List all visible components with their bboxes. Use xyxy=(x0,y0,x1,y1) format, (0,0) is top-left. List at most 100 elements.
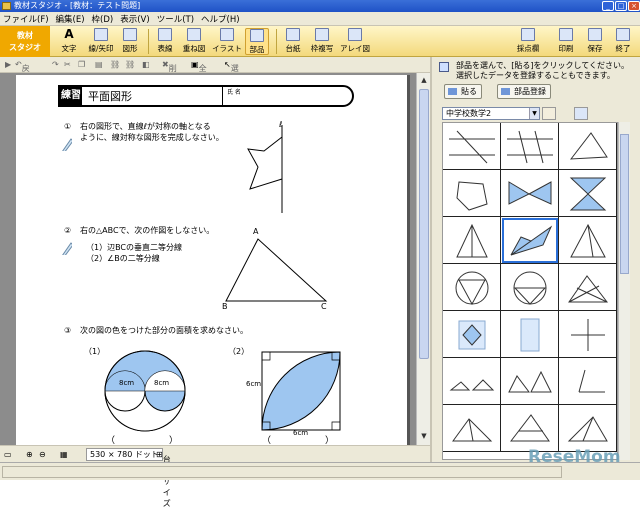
part-item-selected[interactable] xyxy=(501,217,559,264)
part-item[interactable] xyxy=(443,358,501,405)
part-item[interactable] xyxy=(443,405,501,452)
part-item[interactable] xyxy=(559,170,617,217)
category-settings-button[interactable] xyxy=(574,107,588,120)
app-icon xyxy=(2,2,11,10)
maximize-button[interactable]: □ xyxy=(615,1,627,11)
part-item[interactable] xyxy=(443,264,501,311)
copy-icon[interactable]: ❐ xyxy=(78,60,85,69)
part-item[interactable] xyxy=(559,405,617,452)
axis-label: ℓ xyxy=(279,120,283,129)
scroll-down-icon[interactable]: ▼ xyxy=(419,431,429,441)
part-item[interactable] xyxy=(559,123,617,170)
register-part-button[interactable]: 部品登録 xyxy=(497,84,551,99)
edit-category-button[interactable] xyxy=(542,107,556,120)
redo-icon[interactable]: ↷ xyxy=(52,60,59,69)
paste-part-button[interactable]: 貼る xyxy=(444,84,482,99)
fit-page-icon[interactable]: ▭ xyxy=(4,450,12,459)
exit-icon xyxy=(616,28,630,41)
scroll-up-icon[interactable]: ▲ xyxy=(419,75,429,85)
table-line-tool-button[interactable]: 表線 xyxy=(154,28,176,55)
print-label: 印刷 xyxy=(558,44,574,53)
array-label: アレイ図 xyxy=(340,44,370,53)
close-button[interactable]: × xyxy=(628,1,640,11)
undo-button[interactable]: ↶戻す xyxy=(15,60,30,84)
q3-sub2: （2） xyxy=(228,347,250,356)
vertex-c-label: C xyxy=(321,302,327,311)
part-item[interactable] xyxy=(443,170,501,217)
part-item[interactable] xyxy=(443,217,501,264)
paste-icon[interactable]: ▤ xyxy=(95,60,103,69)
link-icon[interactable]: ⛓ xyxy=(110,60,120,69)
grading-column-button[interactable]: 採点欄 xyxy=(514,28,542,55)
exit-label: 終了 xyxy=(615,44,631,53)
pencil-icon xyxy=(62,138,72,151)
circle-figure xyxy=(104,350,186,432)
mount-tool-button[interactable]: 台紙 xyxy=(282,28,304,55)
part-item[interactable] xyxy=(501,405,559,452)
shape-tool-button[interactable]: 図形 xyxy=(118,28,142,55)
document-scrollbar[interactable]: ▲ ▼ xyxy=(416,73,430,445)
save-button[interactable]: 保存 xyxy=(584,28,606,55)
status-field xyxy=(2,466,562,478)
line-arrow-tool-button[interactable]: 線/矢印 xyxy=(86,28,116,55)
printer-icon xyxy=(559,28,573,41)
main-toolbar: 教材 スタジオ A 文字 線/矢印 図形 表線 重ね図 イラスト 部品 台紙 枠複… xyxy=(0,26,640,57)
mount-icon xyxy=(286,28,300,41)
zoom-in-icon[interactable]: ⊕ xyxy=(26,450,33,459)
register-part-label: 部品登録 xyxy=(514,87,546,96)
practice-badge: 練習 xyxy=(60,87,82,105)
part-item[interactable] xyxy=(443,311,501,358)
menu-frame[interactable]: 枠(D) xyxy=(92,13,114,25)
menu-view[interactable]: 表示(V) xyxy=(120,13,149,25)
part-item[interactable] xyxy=(501,123,559,170)
panel-instructions: 部品を選んで、[貼る]をクリックしてください。 選択したデータを登録することもで… xyxy=(456,61,636,81)
part-item[interactable] xyxy=(559,311,617,358)
zoom-out-icon[interactable]: ⊖ xyxy=(39,450,46,459)
parts-icon xyxy=(250,29,264,42)
part-item[interactable] xyxy=(501,311,559,358)
select-button[interactable]: ↖選択 xyxy=(224,60,239,84)
part-item[interactable] xyxy=(559,358,617,405)
play-icon[interactable]: ▶ xyxy=(5,60,11,69)
part-item[interactable] xyxy=(443,123,501,170)
unlink-icon[interactable]: ⛓ xyxy=(125,60,135,69)
parts-scroll-thumb[interactable] xyxy=(620,134,629,274)
menu-help[interactable]: ヘルプ(H) xyxy=(201,13,240,25)
part-item[interactable] xyxy=(501,264,559,311)
part-item[interactable] xyxy=(501,358,559,405)
parts-scrollbar[interactable] xyxy=(618,122,630,460)
frame-copy-tool-button[interactable]: 枠複写 xyxy=(308,28,336,55)
array-tool-button[interactable]: アレイ図 xyxy=(340,28,370,55)
menu-tools[interactable]: ツール(T) xyxy=(157,13,194,25)
grid-icon[interactable]: ▦ xyxy=(60,450,68,459)
select-all-button[interactable]: ▣全部 xyxy=(191,60,207,84)
frame-copy-label: 枠複写 xyxy=(310,44,334,53)
save-label: 保存 xyxy=(587,44,603,53)
category-select[interactable]: 中学校数学2 ▼ xyxy=(442,107,540,120)
chevron-down-icon[interactable]: ▼ xyxy=(529,108,539,119)
text-tool-button[interactable]: A 文字 xyxy=(58,28,80,55)
minimize-button[interactable]: _ xyxy=(602,1,614,11)
exit-button[interactable]: 終了 xyxy=(612,28,634,55)
canvas-size-display: 530 × 780 ドット xyxy=(86,448,163,461)
scroll-thumb[interactable] xyxy=(419,89,429,359)
worksheet-page[interactable]: 練習 平面図形 氏 名 ① 右の図形で、直線ℓが対称の軸となる ように、線対称な… xyxy=(16,75,410,446)
print-button[interactable]: 印刷 xyxy=(555,28,577,55)
save-icon xyxy=(588,28,602,41)
overlay-icon xyxy=(187,28,201,41)
menu-file[interactable]: ファイル(F) xyxy=(3,13,49,25)
part-item[interactable] xyxy=(559,217,617,264)
group-icon[interactable]: ◧ xyxy=(142,60,150,69)
illustration-tool-button[interactable]: イラスト xyxy=(212,28,242,55)
part-item[interactable] xyxy=(559,264,617,311)
cut-icon[interactable]: ✂ xyxy=(64,60,71,69)
mount-size-button[interactable]: ⊞台紙サイズ xyxy=(156,450,171,508)
parts-tool-button[interactable]: 部品 xyxy=(245,28,269,55)
overlay-tool-button[interactable]: 重ね図 xyxy=(180,28,208,55)
part-item[interactable] xyxy=(501,170,559,217)
toolbar-divider xyxy=(148,29,149,54)
delete-button[interactable]: ✖削除 xyxy=(162,60,177,84)
shape-tool-label: 図形 xyxy=(122,44,138,53)
menu-edit[interactable]: 編集(E) xyxy=(56,13,85,25)
name-divider xyxy=(222,85,223,107)
